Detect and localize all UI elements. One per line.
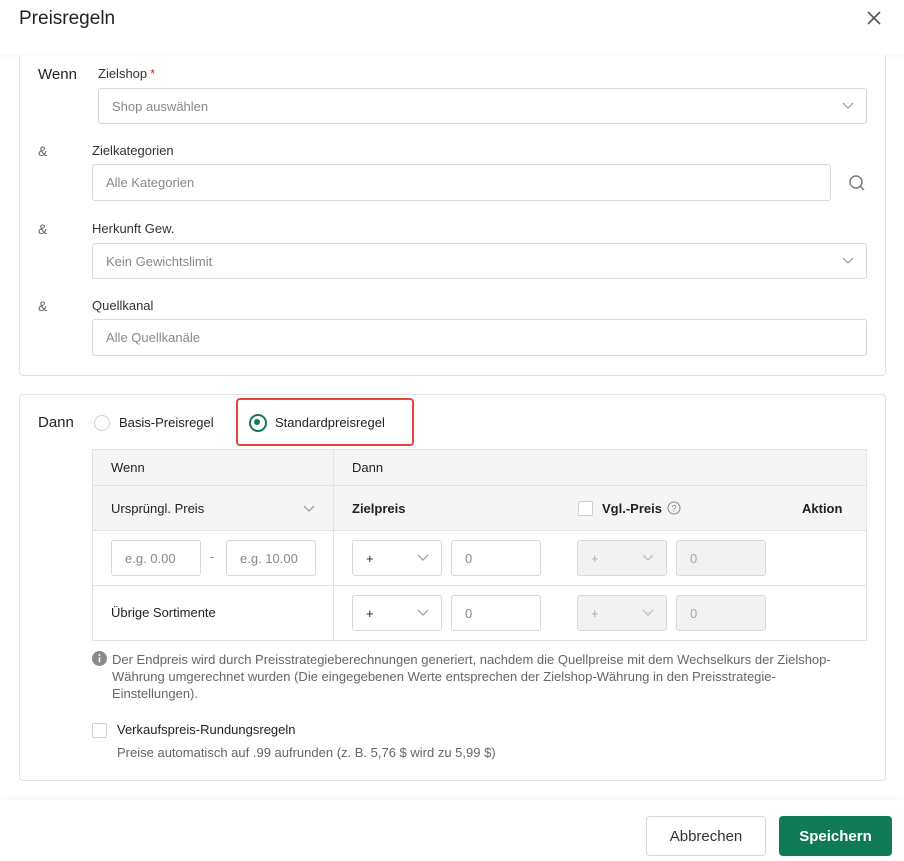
- compare-operator-value: +: [591, 605, 599, 621]
- target-categories-input[interactable]: Alle Kategorien: [92, 164, 831, 201]
- dialog-footer: [0, 800, 904, 861]
- rounding-hint: Preise automatisch auf .99 aufrunden (z.…: [117, 745, 496, 760]
- compare-price-checkbox[interactable]: [578, 501, 593, 516]
- radio-standard-price-rule[interactable]: [249, 414, 267, 432]
- column-head-then: Dann: [352, 460, 384, 475]
- range-separator: -: [210, 549, 215, 564]
- search-icon[interactable]: [848, 174, 866, 192]
- radio-standard-label: Standardpreisregel: [275, 415, 385, 430]
- target-shop-select[interactable]: Shop auswählen: [98, 88, 867, 124]
- action-header: Aktion: [802, 501, 843, 516]
- range-to-input[interactable]: e.g. 10.00: [226, 540, 316, 576]
- chevron-down-icon: [842, 102, 854, 109]
- info-icon: [92, 651, 107, 666]
- row-divider: [93, 585, 866, 586]
- rounding-label: Verkaufspreis-Rundungsregeln: [117, 722, 296, 737]
- compare-value: 0: [690, 605, 698, 621]
- if-section-label: Wenn: [38, 66, 77, 83]
- rounding-checkbox[interactable]: [92, 723, 107, 738]
- price-operator-value: +: [366, 605, 374, 621]
- help-icon[interactable]: ?: [667, 501, 681, 515]
- price-operator-select[interactable]: +: [352, 540, 442, 576]
- radio-basic-label: Basis-Preisregel: [119, 415, 214, 430]
- weight-origin-label: Herkunft Gew.: [92, 221, 175, 236]
- radio-basic-price-rule[interactable]: [94, 415, 110, 431]
- chevron-down-icon: [417, 609, 429, 616]
- required-mark: *: [150, 66, 156, 81]
- target-shop-label: Zielshop *: [98, 66, 155, 81]
- and-operator: &: [38, 298, 48, 314]
- price-operator-value: +: [366, 550, 374, 566]
- column-divider: [333, 450, 334, 640]
- table-header: [93, 450, 866, 486]
- source-channel-input[interactable]: Alle Quellkanäle: [92, 319, 867, 356]
- save-button[interactable]: Speichern: [779, 816, 892, 856]
- weight-origin-select[interactable]: Kein Gewichtslimit: [92, 243, 867, 279]
- chevron-down-icon: [842, 257, 854, 264]
- svg-text:?: ?: [671, 504, 676, 514]
- target-categories-label: Zielkategorien: [92, 143, 174, 158]
- compare-value-input: 0: [676, 595, 766, 631]
- chevron-down-icon: [303, 505, 315, 512]
- price-value-input[interactable]: 0: [451, 595, 541, 631]
- chevron-down-icon: [642, 609, 654, 616]
- range-from-input[interactable]: e.g. 0.00: [111, 540, 201, 576]
- compare-value: 0: [690, 550, 698, 566]
- compare-value-input: 0: [676, 540, 766, 576]
- info-text: Der Endpreis wird durch Preisstrategiebe…: [112, 652, 831, 701]
- price-value: 0: [465, 605, 473, 621]
- and-operator: &: [38, 143, 48, 159]
- target-shop-placeholder: Shop auswählen: [112, 98, 209, 114]
- remaining-assortments-label: Übrige Sortimente: [111, 605, 216, 620]
- price-value: 0: [465, 550, 473, 566]
- dialog-title: Preisregeln: [19, 8, 116, 29]
- range-to-placeholder: e.g. 10.00: [240, 550, 298, 566]
- original-price-label: Ursprüngl. Preis: [111, 501, 205, 516]
- original-price-select[interactable]: Ursprüngl. Preis: [111, 501, 321, 516]
- close-icon[interactable]: [864, 8, 884, 28]
- compare-operator-select: +: [577, 540, 667, 576]
- target-categories-placeholder: Alle Kategorien: [106, 175, 195, 190]
- range-from-placeholder: e.g. 0.00: [125, 550, 176, 566]
- column-head-if: Wenn: [111, 460, 145, 475]
- price-rule-table: Wenn Dann Ursprüngl. Preis Zielpreis Vgl…: [92, 449, 867, 641]
- source-channel-placeholder: Alle Quellkanäle: [106, 330, 200, 345]
- then-section-label: Dann: [38, 414, 74, 431]
- dialog-header: Preisregeln: [0, 0, 904, 54]
- weight-origin-value: Kein Gewichtslimit: [106, 253, 213, 269]
- price-operator-select[interactable]: +: [352, 595, 442, 631]
- chevron-down-icon: [642, 554, 654, 561]
- cancel-button[interactable]: Abbrechen: [646, 816, 766, 856]
- target-price-header: Zielpreis: [352, 501, 406, 516]
- compare-operator-value: +: [591, 550, 599, 566]
- and-operator: &: [38, 221, 48, 237]
- compare-operator-select: +: [577, 595, 667, 631]
- chevron-down-icon: [417, 554, 429, 561]
- compare-price-header: Vgl.-Preis: [602, 501, 662, 516]
- price-value-input[interactable]: 0: [451, 540, 541, 576]
- source-channel-label: Quellkanal: [92, 298, 154, 313]
- target-shop-label-text: Zielshop: [98, 66, 148, 81]
